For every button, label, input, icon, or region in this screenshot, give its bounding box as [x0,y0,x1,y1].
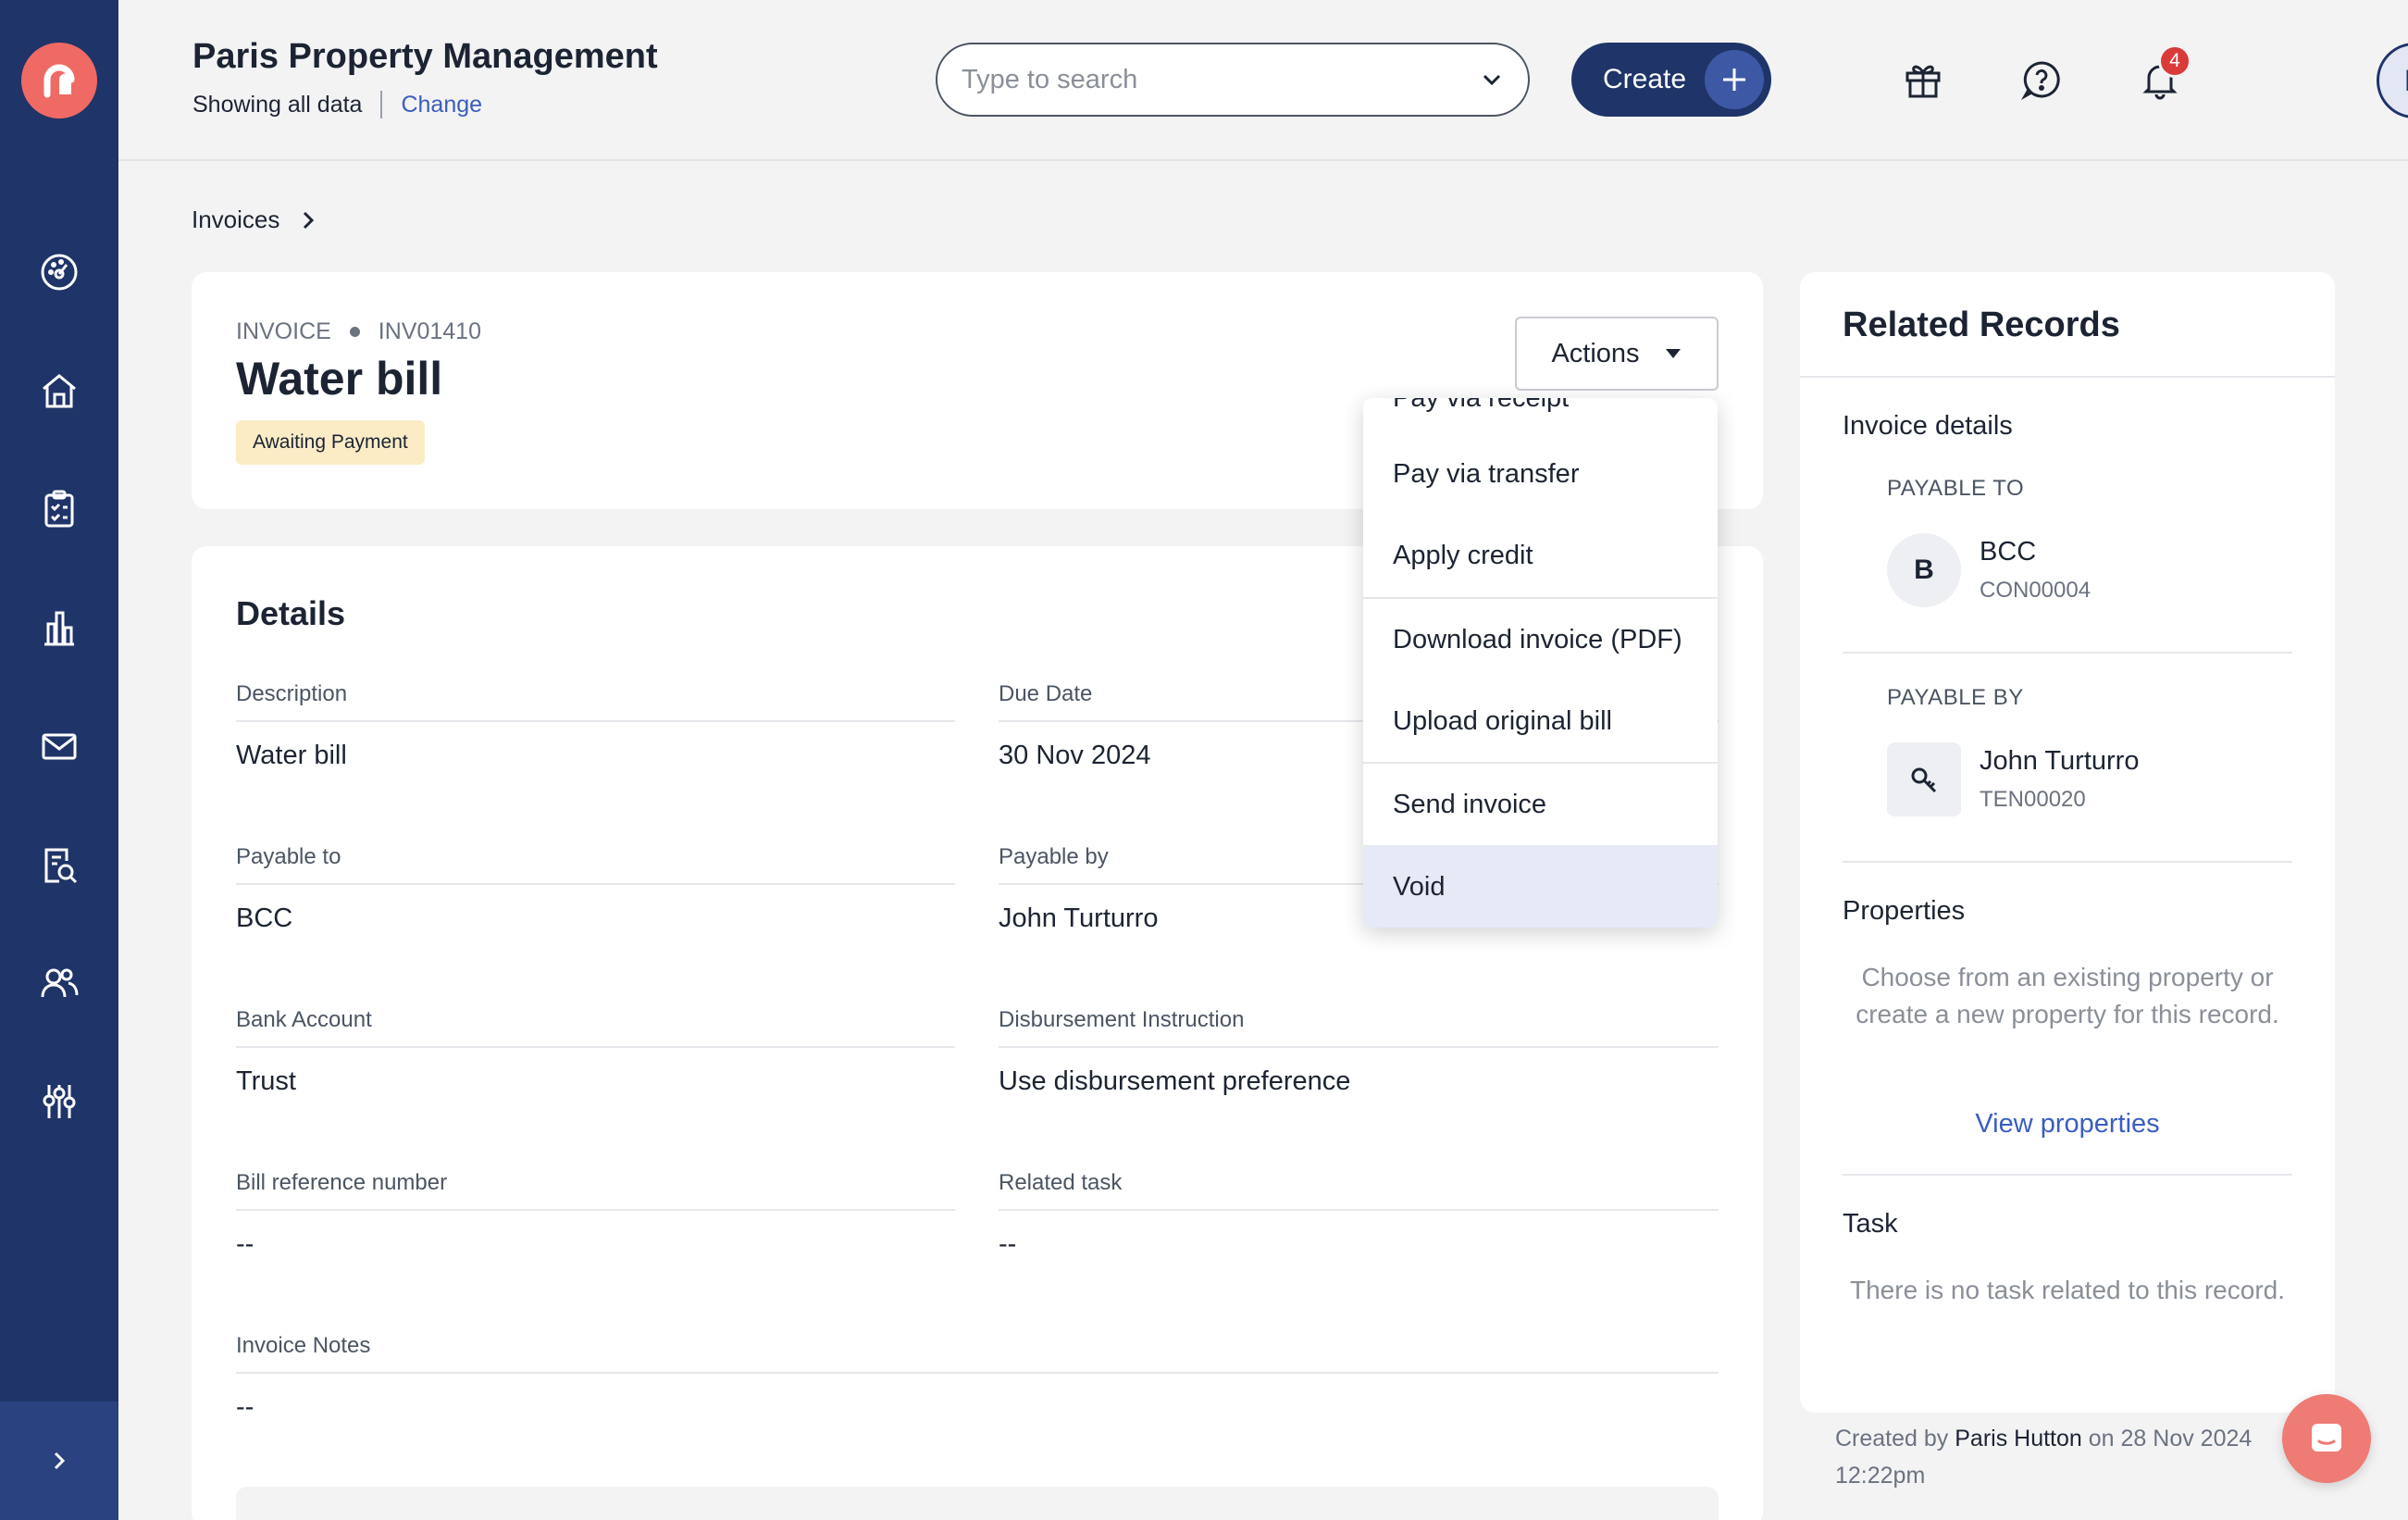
plus-icon [1705,50,1764,109]
payable-by-name[interactable]: John Turturro [1980,746,2139,777]
menu-item-pay-via-transfer[interactable]: Pay via transfer [1363,433,1718,515]
invoice-meta: INVOICE INV01410 [236,318,481,345]
invoice-type: INVOICE [236,318,331,344]
field-value-related-task: -- [999,1229,1017,1259]
create-button[interactable]: Create [1571,43,1771,117]
divider [1843,1174,2292,1176]
messages-icon[interactable] [31,718,87,774]
field-label-bank-account: Bank Account [236,1007,955,1048]
org-name: Paris Property Management [192,37,658,76]
field-value-invoice-notes: -- [236,1392,254,1422]
field-value-payable-to: BCC [236,903,293,933]
created-info: Created by Paris Hutton on 28 Nov 2024 1… [1835,1420,2279,1494]
field-label-disbursement: Disbursement Instruction [999,1007,1719,1048]
created-prefix: Created by [1835,1426,1949,1451]
expand-sidebar-button[interactable] [0,1402,118,1520]
dot-separator [349,327,360,337]
menu-item-void[interactable]: Void [1363,846,1718,928]
divider [1843,652,2292,654]
change-link[interactable]: Change [401,92,482,118]
properties-heading: Properties [1843,896,1966,926]
reports-icon[interactable] [31,600,87,655]
field-label-related-task: Related task [999,1170,1719,1211]
actions-label: Actions [1551,338,1640,368]
bell-icon[interactable]: 4 [2132,44,2191,107]
task-help-text: There is no task related to this record. [1850,1276,2285,1304]
field-value-description: Water bill [236,741,347,770]
field-label-invoice-notes: Invoice Notes [236,1333,1719,1374]
user-avatar[interactable]: P [2377,43,2408,118]
chevron-down-icon[interactable] [1480,68,1504,92]
menu-item-send-invoice[interactable]: Send invoice [1363,764,1718,845]
chat-widget-button[interactable] [2282,1394,2371,1483]
payable-to-label: PAYABLE TO [1887,476,2025,501]
page-title: Water bill [236,353,443,405]
search-box[interactable] [936,43,1530,117]
next-section-stub [236,1487,1719,1520]
status-badge: Awaiting Payment [236,420,425,465]
caret-down-icon [1665,349,1681,358]
help-icon[interactable] [2014,52,2069,107]
menu-item-download-pdf[interactable]: Download invoice (PDF) [1363,599,1718,680]
breadcrumb: Invoices [192,206,317,234]
search-input[interactable] [962,64,1480,95]
top-header: Paris Property Management Showing all da… [118,0,2408,161]
data-scope: Showing all data Change [192,91,482,118]
contacts-icon[interactable] [31,955,87,1011]
payable-to-name[interactable]: BCC [1980,537,2036,567]
gift-icon[interactable] [1895,52,1951,107]
details-title: Details [236,594,346,632]
field-label-description: Description [236,681,955,722]
properties-help-text: Choose from an existing property or crea… [1856,963,2279,1028]
chevron-right-icon [54,1451,66,1470]
field-label-payable-to: Payable to [236,844,955,885]
create-label: Create [1603,64,1687,94]
created-by: Paris Hutton [1955,1426,2082,1451]
chevron-right-icon [304,211,315,229]
tenant-icon [1887,742,1961,816]
divider [380,91,383,118]
breadcrumb-invoices[interactable]: Invoices [192,206,279,234]
menu-item-upload-bill[interactable]: Upload original bill [1363,680,1718,762]
field-value-payable-by: John Turturro [999,903,1159,933]
divider [1843,861,2292,863]
tasks-icon[interactable] [31,481,87,537]
view-properties-link[interactable]: View properties [1843,1109,2292,1140]
notification-badge: 4 [2158,44,2191,78]
payable-by-code: TEN00020 [1980,787,2086,812]
field-value-bill-reference: -- [236,1229,254,1259]
dashboard-icon[interactable] [31,244,87,300]
task-heading: Task [1843,1209,1898,1239]
settings-icon[interactable] [31,1074,87,1129]
payable-to-avatar: B [1887,533,1961,607]
field-value-bank-account: Trust [236,1066,296,1096]
chat-icon [2312,1424,2341,1451]
properties-icon[interactable] [31,363,87,418]
related-records-card: Related Records Invoice details PAYABLE … [1800,272,2335,1413]
invoice-number: INV01410 [378,318,481,344]
payable-by-label: PAYABLE BY [1887,685,2024,710]
field-value-disbursement: Use disbursement preference [999,1066,1351,1096]
actions-menu: Pay via receipt Pay via transfer Apply c… [1363,398,1718,928]
invoice-details-heading: Invoice details [1843,411,2013,441]
search-records-icon[interactable] [31,837,87,892]
menu-item-apply-credit[interactable]: Apply credit [1363,515,1718,596]
sidebar [0,0,118,1520]
showing-text: Showing all data [192,91,363,118]
field-value-due-date: 30 Nov 2024 [999,741,1151,770]
actions-button[interactable]: Actions [1515,317,1719,391]
app-logo[interactable] [21,43,97,118]
related-title: Related Records [1843,305,2120,344]
field-label-bill-reference: Bill reference number [236,1170,955,1211]
payable-to-code: CON00004 [1980,578,2091,603]
divider [1800,376,2335,378]
